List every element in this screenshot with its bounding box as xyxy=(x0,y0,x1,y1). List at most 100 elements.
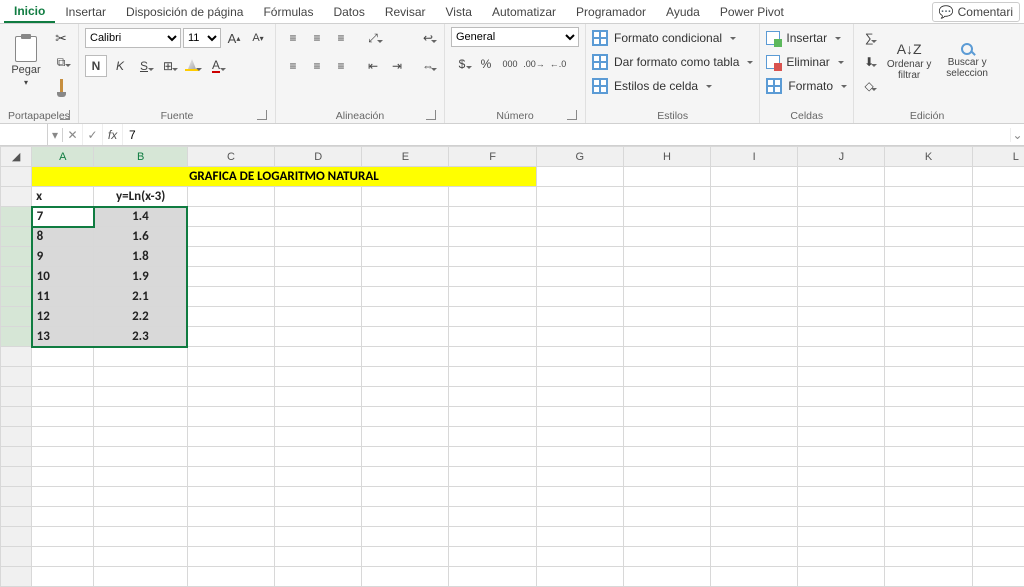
row-header[interactable] xyxy=(1,227,32,247)
cell[interactable] xyxy=(449,387,536,407)
cell[interactable]: 12 xyxy=(32,307,94,327)
cell[interactable] xyxy=(536,447,623,467)
cell[interactable] xyxy=(711,167,798,187)
cell[interactable] xyxy=(711,247,798,267)
cell[interactable] xyxy=(32,447,94,467)
row-header[interactable] xyxy=(1,467,32,487)
cell[interactable] xyxy=(94,507,187,527)
cell[interactable] xyxy=(623,407,710,427)
format-as-table-button[interactable]: Dar formato como tabla xyxy=(592,51,753,73)
increase-decimal-button[interactable]: .00→ xyxy=(523,53,545,75)
cell[interactable] xyxy=(972,167,1024,187)
cell[interactable] xyxy=(275,207,362,227)
cell[interactable]: 9 xyxy=(32,247,94,267)
cell[interactable] xyxy=(275,407,362,427)
cell[interactable] xyxy=(536,227,623,247)
cell[interactable] xyxy=(798,327,885,347)
wrap-text-button[interactable]: ↩ xyxy=(418,27,438,49)
spreadsheet-grid[interactable]: ◢ A B C D E F G H I J K L GRAFICA DE LOG… xyxy=(0,146,1024,587)
cell[interactable] xyxy=(798,487,885,507)
cell[interactable] xyxy=(623,227,710,247)
cell[interactable] xyxy=(187,347,274,367)
cell[interactable] xyxy=(187,327,274,347)
cell[interactable] xyxy=(972,487,1024,507)
name-box[interactable] xyxy=(0,124,48,145)
cell[interactable] xyxy=(94,547,187,567)
cell[interactable] xyxy=(885,507,972,527)
cell[interactable] xyxy=(798,227,885,247)
cell[interactable] xyxy=(536,167,623,187)
cell[interactable] xyxy=(798,527,885,547)
cell[interactable] xyxy=(536,207,623,227)
cell[interactable] xyxy=(449,547,536,567)
cell[interactable] xyxy=(32,547,94,567)
font-name-select[interactable]: Calibri xyxy=(85,28,181,48)
cell[interactable] xyxy=(449,187,536,207)
cell[interactable] xyxy=(32,567,94,587)
row-header[interactable] xyxy=(1,567,32,587)
cell[interactable] xyxy=(536,347,623,367)
cell[interactable] xyxy=(362,347,449,367)
cell[interactable] xyxy=(711,467,798,487)
cell[interactable] xyxy=(362,287,449,307)
cell[interactable] xyxy=(362,367,449,387)
cell[interactable] xyxy=(623,207,710,227)
cell[interactable] xyxy=(798,427,885,447)
cell[interactable] xyxy=(187,367,274,387)
cell[interactable] xyxy=(32,427,94,447)
cell[interactable] xyxy=(623,527,710,547)
cell[interactable] xyxy=(885,527,972,547)
cell[interactable] xyxy=(972,567,1024,587)
cell[interactable] xyxy=(362,487,449,507)
cell[interactable] xyxy=(623,447,710,467)
row-header[interactable] xyxy=(1,387,32,407)
cell[interactable] xyxy=(972,547,1024,567)
cell[interactable] xyxy=(449,227,536,247)
cell[interactable] xyxy=(275,267,362,287)
cell[interactable] xyxy=(449,447,536,467)
cell[interactable] xyxy=(711,567,798,587)
select-all-corner[interactable]: ◢ xyxy=(1,147,32,167)
cell[interactable] xyxy=(362,267,449,287)
cell[interactable] xyxy=(623,327,710,347)
cell[interactable] xyxy=(187,487,274,507)
cell[interactable]: 13 xyxy=(32,327,94,347)
col-header-F[interactable]: F xyxy=(449,147,536,167)
row-header[interactable] xyxy=(1,447,32,467)
cell[interactable] xyxy=(711,427,798,447)
cell[interactable] xyxy=(885,327,972,347)
cell[interactable] xyxy=(362,187,449,207)
cell[interactable] xyxy=(885,367,972,387)
cell[interactable] xyxy=(362,247,449,267)
tab-ayuda[interactable]: Ayuda xyxy=(656,1,710,22)
cell[interactable] xyxy=(711,327,798,347)
cell[interactable] xyxy=(711,187,798,207)
cell[interactable] xyxy=(94,427,187,447)
cell-x-header[interactable]: x xyxy=(32,187,94,207)
alignment-launcher[interactable] xyxy=(426,110,436,120)
cell[interactable]: 10 xyxy=(32,267,94,287)
row-header[interactable] xyxy=(1,487,32,507)
cell[interactable] xyxy=(885,447,972,467)
cell[interactable] xyxy=(362,407,449,427)
expand-formula-bar[interactable]: ⌄ xyxy=(1010,128,1024,142)
cell[interactable] xyxy=(32,367,94,387)
borders-button[interactable]: ⊞ xyxy=(157,55,179,77)
col-header-G[interactable]: G xyxy=(536,147,623,167)
cell[interactable] xyxy=(623,567,710,587)
tab-formulas[interactable]: Fórmulas xyxy=(253,1,323,22)
cell[interactable] xyxy=(275,347,362,367)
cell[interactable] xyxy=(275,527,362,547)
find-select-button[interactable]: Buscar y seleccion xyxy=(940,27,994,95)
cell[interactable] xyxy=(885,407,972,427)
clear-button[interactable]: ◇ xyxy=(860,75,878,97)
tab-vista[interactable]: Vista xyxy=(436,1,482,22)
cell[interactable] xyxy=(275,427,362,447)
cell[interactable] xyxy=(94,347,187,367)
cell[interactable] xyxy=(187,207,274,227)
cell[interactable]: 2.3 xyxy=(94,327,187,347)
cell[interactable] xyxy=(32,407,94,427)
cell[interactable] xyxy=(623,427,710,447)
cell[interactable] xyxy=(449,527,536,547)
cell[interactable] xyxy=(449,467,536,487)
